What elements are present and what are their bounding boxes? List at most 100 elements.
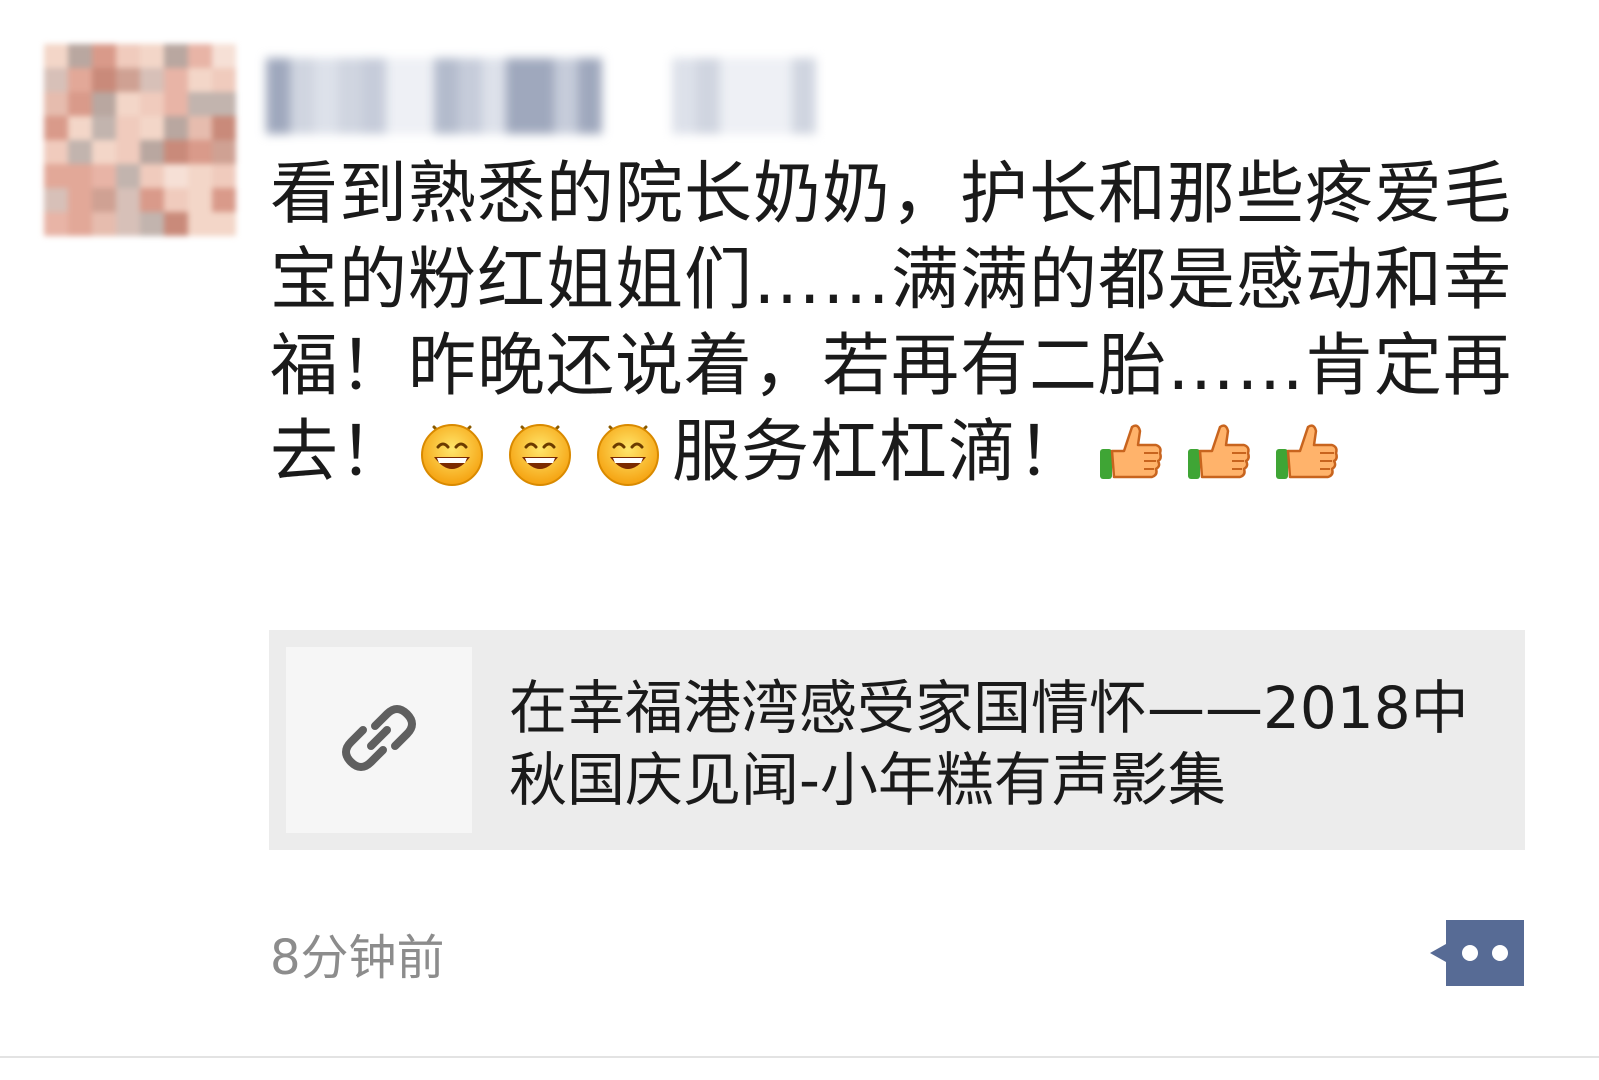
avatar-pixel — [68, 116, 92, 140]
grin-emoji — [504, 415, 576, 487]
nickname-blur-block — [506, 58, 530, 134]
avatar-pixel — [44, 212, 68, 236]
avatar-pixel — [44, 164, 68, 188]
avatar-pixel — [188, 164, 212, 188]
avatar-pixel — [116, 116, 140, 140]
comment-button[interactable] — [1428, 918, 1526, 988]
avatar-pixel — [68, 212, 92, 236]
nickname-blur-block — [458, 58, 482, 134]
avatar-pixel — [212, 116, 236, 140]
avatar-pixel — [92, 44, 116, 68]
avatar-pixel — [44, 92, 68, 116]
avatar-pixel — [164, 212, 188, 236]
avatar-pixel — [188, 140, 212, 164]
avatar-pixel — [188, 44, 212, 68]
avatar-pixel — [44, 44, 68, 68]
avatar-pixel — [140, 164, 164, 188]
nickname-blur-block — [482, 58, 506, 134]
nickname-blur-block — [768, 58, 792, 134]
avatar-pixel — [44, 188, 68, 212]
avatar-pixel — [92, 68, 116, 92]
avatar-pixel — [188, 116, 212, 140]
avatar-pixel — [140, 68, 164, 92]
nickname-blur-block — [410, 58, 434, 134]
avatar-pixel — [116, 44, 140, 68]
nickname-blur-block — [672, 58, 696, 134]
avatar-pixel — [68, 140, 92, 164]
nickname-blur-block — [290, 58, 314, 134]
post-timestamp: 8分钟前 — [270, 930, 445, 986]
avatar-pixel — [164, 116, 188, 140]
moments-post: 看到熟悉的院长奶奶，护长和那些疼爱毛宝的粉红姐姐们……满满的都是感动和幸福！昨晚… — [0, 0, 1599, 1080]
nickname-blur-block — [362, 58, 386, 134]
nickname-blur-block — [792, 58, 816, 134]
post-text-tail: 服务杠杠滴！ — [672, 413, 1087, 492]
nickname-blur-block — [696, 58, 720, 134]
avatar-pixel — [92, 116, 116, 140]
avatar-pixel — [116, 140, 140, 164]
comment-dots-icon — [1428, 920, 1526, 992]
avatar-pixel — [140, 92, 164, 116]
avatar-pixel — [212, 140, 236, 164]
nickname-blur-block — [554, 58, 578, 134]
avatar-pixel — [44, 116, 68, 140]
avatar-pixel — [212, 164, 236, 188]
avatar-pixel — [164, 68, 188, 92]
avatar-pixel — [164, 92, 188, 116]
avatar-pixel — [164, 44, 188, 68]
thumbs-up-emoji — [1182, 415, 1254, 487]
nickname-blur-block — [266, 58, 290, 134]
nickname-blur-block — [434, 58, 458, 134]
avatar-pixel — [92, 92, 116, 116]
avatar-pixel — [164, 164, 188, 188]
user-nickname[interactable] — [266, 58, 816, 134]
avatar-pixel — [212, 212, 236, 236]
nickname-blur-block — [744, 58, 768, 134]
thumbs-up-emoji — [1094, 415, 1166, 487]
grin-emoji — [592, 415, 664, 487]
avatar-pixel — [92, 164, 116, 188]
avatar-pixel — [68, 188, 92, 212]
avatar-pixel — [116, 68, 140, 92]
avatar-pixel — [44, 140, 68, 164]
thumbs-up-emoji — [1270, 415, 1342, 487]
avatar-pixel — [212, 68, 236, 92]
avatar-pixel — [212, 44, 236, 68]
avatar[interactable] — [44, 44, 236, 236]
link-thumbnail — [286, 647, 472, 833]
avatar-pixel — [140, 212, 164, 236]
avatar-pixel — [140, 140, 164, 164]
avatar-pixel — [116, 92, 140, 116]
nickname-blur-block — [530, 58, 554, 134]
avatar-pixel — [116, 164, 140, 188]
nickname-blur-block — [314, 58, 338, 134]
avatar-pixel — [68, 68, 92, 92]
avatar-pixel — [140, 44, 164, 68]
avatar-pixel — [140, 188, 164, 212]
avatar-pixel — [212, 92, 236, 116]
avatar-pixel — [164, 140, 188, 164]
avatar-pixel — [188, 68, 212, 92]
avatar-pixel — [212, 188, 236, 212]
avatar-pixel — [116, 188, 140, 212]
avatar-pixel — [68, 164, 92, 188]
shared-link-card[interactable]: 在幸福港湾感受家国情怀——2018中秋国庆见闻-小年糕有声影集 — [269, 630, 1525, 850]
avatar-pixel — [188, 188, 212, 212]
avatar-pixel — [92, 188, 116, 212]
avatar-pixel — [44, 68, 68, 92]
avatar-pixel — [188, 92, 212, 116]
avatar-pixel — [68, 92, 92, 116]
nickname-blur-block — [720, 58, 744, 134]
post-text: 看到熟悉的院长奶奶，护长和那些疼爱毛宝的粉红姐姐们……满满的都是感动和幸福！昨晚… — [270, 152, 1530, 496]
avatar-pixel — [92, 140, 116, 164]
link-title: 在幸福港湾感受家国情怀——2018中秋国庆见闻-小年糕有声影集 — [509, 674, 1469, 814]
nickname-blur-block — [578, 58, 602, 134]
avatar-pixel — [164, 188, 188, 212]
avatar-pixel — [92, 212, 116, 236]
avatar-pixel — [116, 212, 140, 236]
nickname-blur-block — [386, 58, 410, 134]
divider — [0, 1056, 1599, 1058]
avatar-pixel — [68, 44, 92, 68]
nickname-blur-block — [338, 58, 362, 134]
link-icon — [331, 690, 427, 790]
